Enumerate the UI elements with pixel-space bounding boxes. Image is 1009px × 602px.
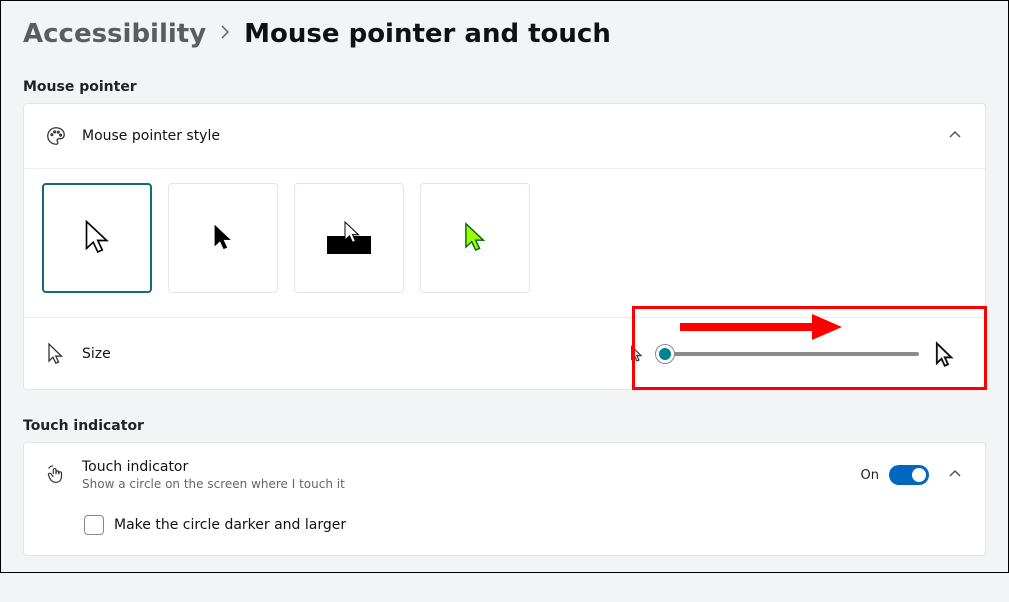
breadcrumb-parent[interactable]: Accessibility [23, 19, 206, 49]
darker-larger-checkbox[interactable] [84, 515, 104, 535]
row-touch-indicator[interactable]: Touch indicator Show a circle on the scr… [24, 443, 985, 507]
pointer-size-icon [42, 342, 70, 366]
size-slider[interactable] [661, 352, 919, 356]
pointer-small-icon [629, 345, 647, 363]
pointer-style-inverted[interactable] [294, 183, 404, 293]
breadcrumb: Accessibility Mouse pointer and touch [23, 19, 986, 49]
chevron-up-icon[interactable] [943, 129, 967, 144]
palette-icon [42, 125, 70, 147]
pointer-style-white[interactable] [42, 183, 152, 293]
touch-indicator-card: Touch indicator Show a circle on the scr… [23, 442, 986, 556]
size-slider-area [629, 341, 959, 367]
pointer-large-icon [933, 341, 959, 367]
touch-toggle-state: On [861, 468, 879, 483]
pointer-style-black[interactable] [168, 183, 278, 293]
pointer-style-custom-color[interactable] [420, 183, 530, 293]
toggle-knob [912, 468, 926, 482]
mouse-pointer-card: Mouse pointer style [23, 103, 986, 390]
breadcrumb-current: Mouse pointer and touch [244, 19, 611, 49]
touch-icon [42, 464, 70, 486]
touch-indicator-subtitle: Show a circle on the screen where I touc… [82, 477, 345, 491]
size-label: Size [82, 346, 111, 362]
pointer-style-options [24, 168, 985, 317]
row-darker-larger: Make the circle darker and larger [24, 507, 985, 555]
chevron-up-icon[interactable] [943, 468, 967, 483]
row-size: Size [24, 317, 985, 389]
touch-indicator-title: Touch indicator [82, 459, 345, 475]
chevron-right-icon [220, 25, 230, 43]
section-mouse-pointer: Mouse pointer [23, 79, 986, 95]
size-slider-thumb[interactable] [656, 345, 674, 363]
mouse-pointer-style-label: Mouse pointer style [82, 128, 220, 144]
darker-larger-label: Make the circle darker and larger [114, 517, 346, 533]
touch-toggle[interactable] [889, 465, 929, 485]
section-touch-indicator: Touch indicator [23, 418, 986, 434]
row-mouse-pointer-style[interactable]: Mouse pointer style [24, 104, 985, 168]
